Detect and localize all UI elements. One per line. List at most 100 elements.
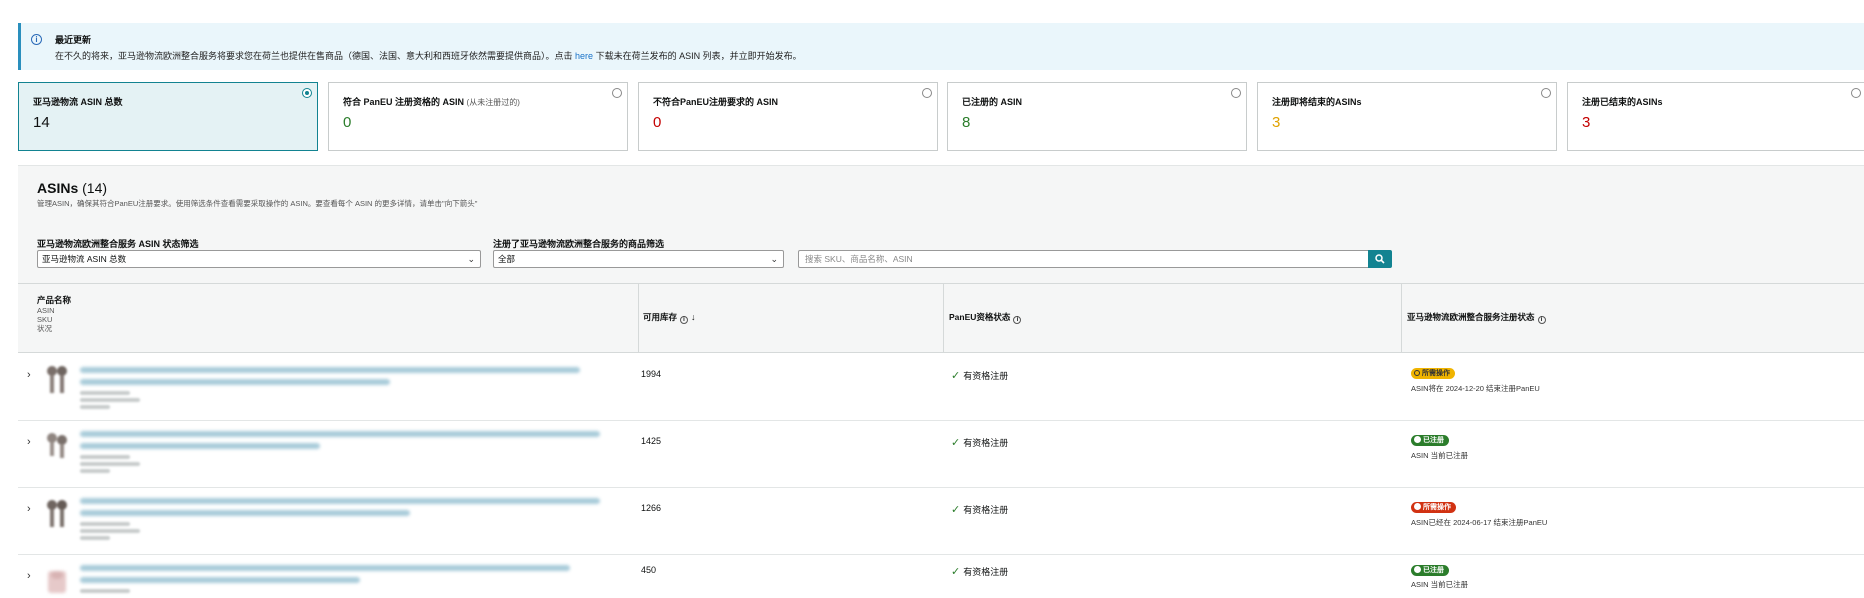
registration-status-text: ASIN已经在 2024-06-17 结束注册PanEU <box>1411 518 1548 527</box>
paneu-eligibility: ✓ 有资格注册 <box>951 504 1009 516</box>
card-value: 0 <box>653 114 662 131</box>
card-radio[interactable] <box>612 88 622 98</box>
product-thumbnail <box>47 366 67 393</box>
card-radio[interactable] <box>922 88 932 98</box>
search-input[interactable]: 搜索 SKU、商品名称、ASIN <box>798 250 1390 268</box>
paneu-eligibility: ✓ 有资格注册 <box>951 566 1009 578</box>
status-badge: 已注册 <box>1411 565 1449 576</box>
available-stock: 1994 <box>641 369 662 379</box>
asin-redacted <box>80 522 130 526</box>
registered-filter-value: 全部 <box>498 254 516 264</box>
card-radio[interactable] <box>1541 88 1551 98</box>
card-radio[interactable] <box>302 88 312 98</box>
expand-chevron-icon[interactable]: › <box>27 436 31 448</box>
expand-chevron-icon[interactable]: › <box>27 503 31 515</box>
condition-redacted <box>80 469 110 473</box>
info-icon[interactable]: i <box>1537 316 1546 324</box>
table-row: › 1425 ✓ 有资格注册 已注册 ASIN 当前已注册 <box>18 421 1864 488</box>
product-title-redacted[interactable] <box>80 510 410 516</box>
info-icon[interactable]: i <box>680 316 689 324</box>
asin-section: ASINs (14) 管理ASIN，确保其符合PanEU注册要求。使用筛选条件查… <box>18 165 1864 598</box>
header-product: 产品名称 ASIN SKU 状况 <box>37 295 72 333</box>
card-eligible-asins[interactable]: 符合 PanEU 注册资格的 ASIN (从未注册过的) 0 <box>328 82 628 151</box>
info-icon[interactable]: i <box>1013 316 1022 324</box>
product-thumbnail <box>47 433 67 458</box>
asin-redacted <box>80 455 130 459</box>
chevron-down-icon: ⌄ <box>467 254 475 264</box>
notice-here-link[interactable]: here <box>575 51 593 61</box>
sku-redacted <box>80 529 140 533</box>
available-stock: 1425 <box>641 436 662 446</box>
check-icon: ✓ <box>951 437 961 449</box>
status-badge: 已注册 <box>1411 435 1449 446</box>
sku-redacted <box>80 398 140 402</box>
error-icon <box>1414 503 1421 510</box>
condition-redacted <box>80 405 110 409</box>
registered-filter-label: 注册了亚马逊物流欧洲整合服务的商品筛选 <box>493 239 665 249</box>
status-badge: 所需操作 <box>1411 502 1456 513</box>
product-thumbnail <box>48 571 66 593</box>
alert-icon <box>1414 370 1420 376</box>
notice-body: 在不久的将来，亚马逊物流欧洲整合服务将要求您在荷兰也提供在售商品（德国、法国、意… <box>55 49 802 62</box>
registration-status-text: ASIN将在 2024-12-20 结束注册PanEU <box>1411 384 1540 393</box>
expand-chevron-icon[interactable]: › <box>27 369 31 381</box>
card-ended-asins[interactable]: 注册已结束的ASINs 3 <box>1567 82 1864 151</box>
sku-redacted <box>80 462 140 466</box>
product-title-redacted[interactable] <box>80 565 570 571</box>
card-ending-soon-asins[interactable]: 注册即将结束的ASINs 3 <box>1257 82 1557 151</box>
card-radio[interactable] <box>1231 88 1241 98</box>
info-icon: i <box>31 34 42 45</box>
card-value: 14 <box>33 114 50 131</box>
product-title-redacted[interactable] <box>80 577 360 583</box>
status-filter-label: 亚马逊物流欧洲整合服务 ASIN 状态筛选 <box>37 239 199 249</box>
condition-redacted <box>80 536 110 540</box>
card-value: 0 <box>343 114 352 131</box>
status-filter-select[interactable]: 亚马逊物流 ASIN 总数 ⌄ <box>37 250 481 268</box>
check-circle-icon <box>1414 566 1421 573</box>
card-total-asins[interactable]: 亚马逊物流 ASIN 总数 14 <box>18 82 318 151</box>
asin-table: 产品名称 ASIN SKU 状况 可用库存 i ↓ PanEU资格状态 i 亚马逊物流… <box>18 283 1864 598</box>
available-stock: 1266 <box>641 503 662 513</box>
product-title-redacted[interactable] <box>80 443 320 449</box>
header-available-stock[interactable]: 可用库存 i ↓ <box>643 311 696 324</box>
table-header: 产品名称 ASIN SKU 状况 可用库存 i ↓ PanEU资格状态 i 亚马逊物流… <box>18 284 1864 353</box>
check-icon: ✓ <box>951 566 961 578</box>
card-label: 注册即将结束的ASINs <box>1272 97 1362 107</box>
paneu-page: i 最近更新 在不久的将来，亚马逊物流欧洲整合服务将要求您在荷兰也提供在售商品（… <box>0 0 1864 598</box>
card-registered-asins[interactable]: 已注册的 ASIN 8 <box>947 82 1247 151</box>
header-paneu-status: PanEU资格状态 i <box>949 311 1022 324</box>
search-icon <box>1375 254 1385 264</box>
card-radio[interactable] <box>1851 88 1861 98</box>
card-label: 已注册的 ASIN <box>962 97 1023 107</box>
registered-filter-select[interactable]: 全部 ⌄ <box>493 250 784 268</box>
table-row: › 450 ✓ 有资格注册 已注册 ASIN 当前已注册 <box>18 555 1864 598</box>
check-icon: ✓ <box>951 504 961 516</box>
section-description: 管理ASIN，确保其符合PanEU注册要求。使用筛选条件查看需要采取操作的 AS… <box>37 199 478 208</box>
notice-body-suffix: 下载未在荷兰发布的 ASIN 列表，并立即开始发布。 <box>595 51 802 61</box>
header-registration-status: 亚马逊物流欧洲整合服务注册状态 i <box>1407 311 1546 324</box>
check-icon: ✓ <box>951 370 961 382</box>
recent-update-notice: i 最近更新 在不久的将来，亚马逊物流欧洲整合服务将要求您在荷兰也提供在售商品（… <box>18 23 1864 70</box>
status-badge: 所需操作 <box>1411 368 1455 379</box>
asin-redacted <box>80 589 130 593</box>
registration-status-text: ASIN 当前已注册 <box>1411 451 1469 460</box>
search-button[interactable] <box>1368 250 1392 268</box>
status-filter-value: 亚马逊物流 ASIN 总数 <box>42 254 127 264</box>
check-circle-icon <box>1414 436 1421 443</box>
notice-title: 最近更新 <box>55 35 92 45</box>
chevron-down-icon: ⌄ <box>770 254 778 264</box>
sort-down-icon[interactable]: ↓ <box>691 312 696 322</box>
product-title-redacted[interactable] <box>80 498 600 504</box>
paneu-eligibility: ✓ 有资格注册 <box>951 437 1009 449</box>
product-title-redacted[interactable] <box>80 431 600 437</box>
card-label: 符合 PanEU 注册资格的 ASIN (从未注册过的) <box>343 97 520 107</box>
card-value: 3 <box>1272 114 1281 131</box>
product-thumbnail <box>47 500 67 527</box>
card-value: 3 <box>1582 114 1591 131</box>
product-title-redacted[interactable] <box>80 379 390 385</box>
table-row: › 1994 ✓ 有资格注册 所需操作 ASIN将在 2024-12-20 结束注… <box>18 354 1864 421</box>
paneu-eligibility: ✓ 有资格注册 <box>951 370 1009 382</box>
card-ineligible-asins[interactable]: 不符合PanEU注册要求的 ASIN 0 <box>638 82 938 151</box>
expand-chevron-icon[interactable]: › <box>27 570 31 582</box>
product-title-redacted[interactable] <box>80 367 580 373</box>
